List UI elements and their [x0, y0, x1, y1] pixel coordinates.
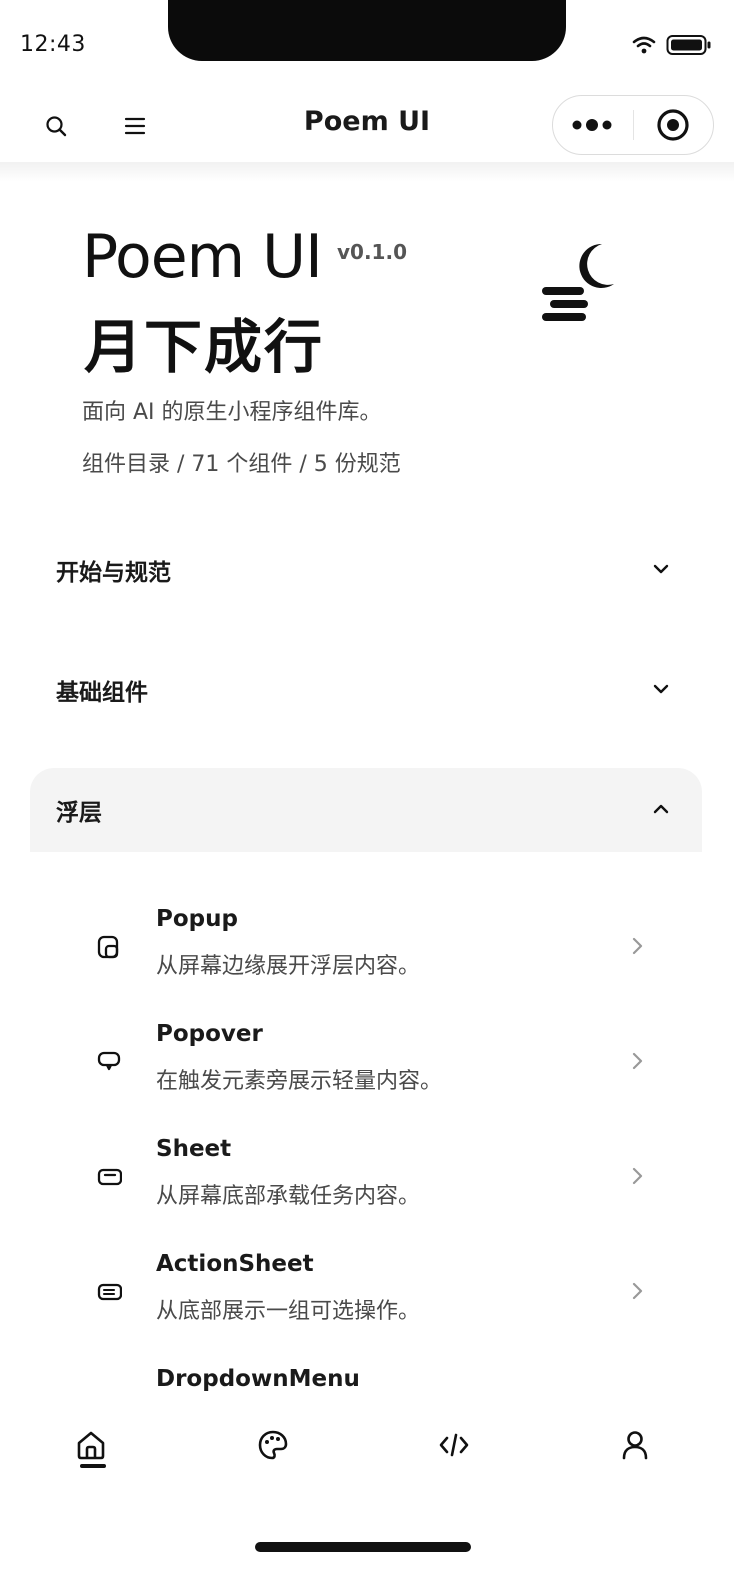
tab-theme[interactable] [248, 1420, 298, 1470]
item-title: Popover [156, 1021, 263, 1047]
item-description: 在触发元素旁展示轻量内容。 [156, 1069, 443, 1094]
status-icons [632, 34, 712, 56]
tab-code[interactable] [429, 1420, 479, 1470]
wifi-icon [632, 36, 656, 54]
home-indicator [255, 1542, 471, 1552]
more-dots-icon [572, 119, 612, 131]
active-tab-indicator [80, 1464, 106, 1468]
device-notch [168, 0, 566, 61]
tab-bar [0, 1396, 734, 1588]
item-description: 从底部展示一组可选操作。 [156, 1299, 421, 1324]
user-icon [622, 1431, 648, 1460]
section-label: 浮层 [56, 800, 102, 826]
close-mini-program-button[interactable] [634, 96, 714, 154]
chevron-right-icon [632, 1282, 643, 1300]
chevron-right-icon [632, 937, 643, 955]
app-screen: 12:43 Poem UI Poem UI v0.1.0 月下成行 面向 AI … [0, 0, 734, 1588]
chevron-right-icon [632, 1167, 643, 1185]
navigation-bar: Poem UI [0, 90, 734, 162]
list-item-popover[interactable]: Popover 在触发元素旁展示轻量内容。 [30, 1013, 702, 1113]
more-button[interactable] [553, 96, 633, 154]
section-label: 基础组件 [56, 680, 148, 706]
target-icon [657, 109, 689, 141]
section-label: 开始与规范 [56, 560, 171, 586]
item-title: DropdownMenu [156, 1366, 360, 1392]
home-icon [77, 1431, 105, 1460]
palette-icon [258, 1430, 288, 1460]
item-description: 从屏幕边缘展开浮层内容。 [156, 954, 421, 979]
section-basic-components[interactable]: 基础组件 [30, 648, 702, 732]
tab-profile[interactable] [610, 1420, 660, 1470]
code-icon [439, 1433, 469, 1457]
chevron-up-icon [653, 804, 669, 814]
status-bar: 12:43 [0, 0, 734, 90]
hero-subtitle: 月下成行 [84, 313, 325, 381]
sheet-icon [94, 1162, 124, 1192]
section-overlay[interactable]: 浮层 [30, 768, 702, 852]
chevron-down-icon [653, 684, 669, 694]
action-sheet-icon [94, 1277, 124, 1307]
chevron-right-icon [632, 1052, 643, 1070]
version-badge: v0.1.0 [337, 240, 407, 264]
status-time: 12:43 [20, 32, 86, 57]
list-item-popup[interactable]: Popup 从屏幕边缘展开浮层内容。 [30, 898, 702, 998]
tab-home[interactable] [66, 1420, 116, 1470]
list-item-action-sheet[interactable]: ActionSheet 从底部展示一组可选操作。 [30, 1243, 702, 1343]
item-description: 从屏幕底部承载任务内容。 [156, 1184, 421, 1209]
nav-shadow [0, 162, 734, 182]
popover-icon [94, 1047, 124, 1077]
item-title: Sheet [156, 1136, 232, 1162]
hero-title: Poem UI [82, 222, 323, 292]
item-title: Popup [156, 906, 238, 932]
list-item-sheet[interactable]: Sheet 从屏幕底部承载任务内容。 [30, 1128, 702, 1228]
item-title: ActionSheet [156, 1251, 314, 1277]
chevron-down-icon [653, 564, 669, 574]
battery-icon [666, 35, 711, 55]
mini-program-capsule [552, 95, 714, 155]
popup-icon [94, 932, 124, 962]
hero-description: 面向 AI 的原生小程序组件库。 [82, 400, 382, 425]
section-getting-started[interactable]: 开始与规范 [30, 528, 702, 612]
moon-logo-icon [542, 243, 614, 321]
hero-stats: 组件目录 / 71 个组件 / 5 份规范 [82, 452, 401, 477]
